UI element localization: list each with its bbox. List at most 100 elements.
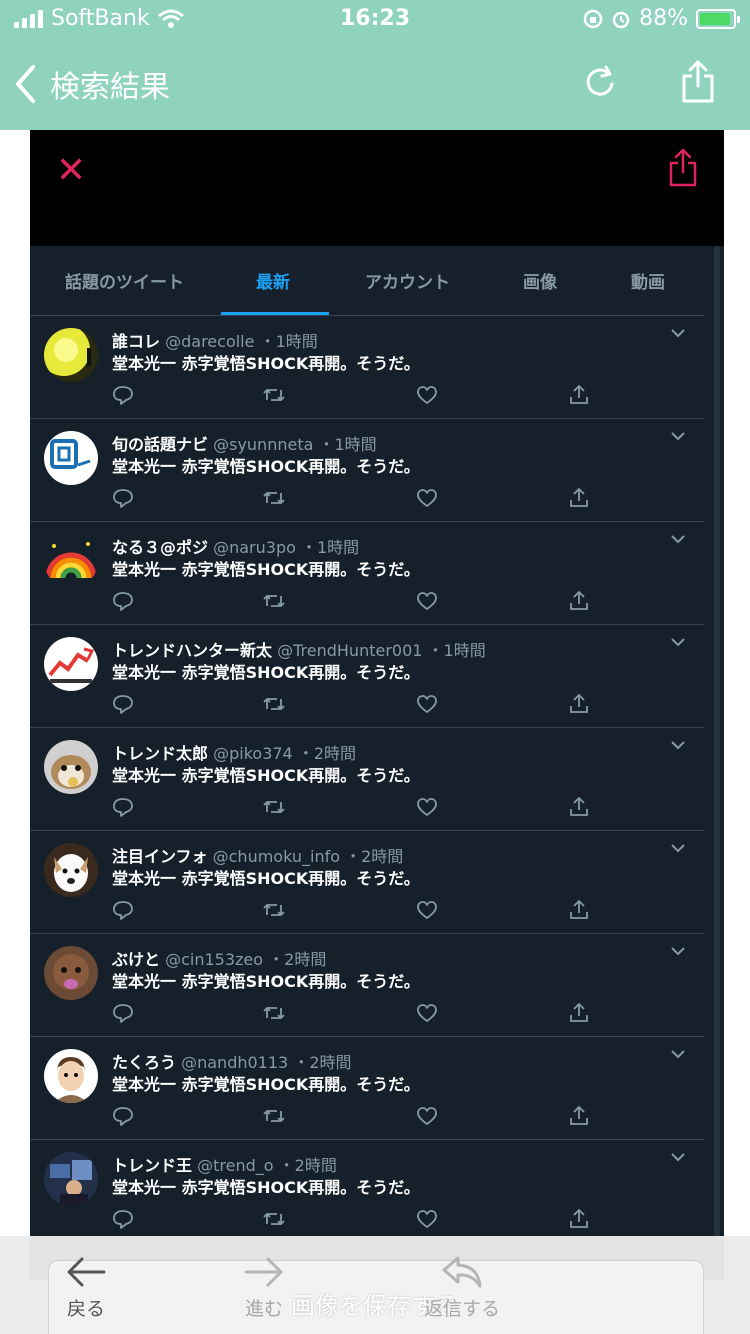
- reply-icon[interactable]: [112, 899, 134, 921]
- retweet-icon[interactable]: [262, 796, 286, 818]
- retweet-icon[interactable]: [262, 384, 286, 406]
- tweet-item[interactable]: 誰コレ @darecolle ・1時間 堂本光一 赤字覚悟SHOCK再開。そうだ…: [30, 316, 704, 419]
- avatar[interactable]: [44, 431, 98, 485]
- tweet-item[interactable]: 注目インフォ @chumoku_info ・2時間 堂本光一 赤字覚悟SHOCK…: [30, 831, 704, 934]
- avatar[interactable]: [44, 534, 98, 588]
- like-icon[interactable]: [416, 796, 438, 818]
- share-icon[interactable]: [568, 1208, 590, 1230]
- tab-top[interactable]: 話題のツイート: [65, 268, 184, 293]
- retweet-icon[interactable]: [262, 693, 286, 715]
- tweet-text: 堂本光一 赤字覚悟SHOCK再開。そうだ。: [112, 457, 420, 476]
- chevron-down-icon[interactable]: [670, 740, 686, 750]
- tweet-item[interactable]: なる３@ポジ @naru3po ・1時間 堂本光一 赤字覚悟SHOCK再開。そう…: [30, 522, 704, 625]
- reply-icon[interactable]: [112, 1208, 134, 1230]
- retweet-icon[interactable]: [262, 487, 286, 509]
- chevron-down-icon[interactable]: [670, 1049, 686, 1059]
- tweet-search-screenshot: ✕ 話題のツイート 最新 アカウント 画像 動画 誰コレ @darecolle …: [30, 130, 724, 1280]
- tweet-author[interactable]: なる３@ポジ: [112, 538, 208, 557]
- tweet-author[interactable]: 旬の話題ナビ: [112, 435, 208, 454]
- forward-nav-button[interactable]: 進む: [242, 1254, 286, 1321]
- reply-icon[interactable]: [112, 590, 134, 612]
- avatar[interactable]: [44, 637, 98, 691]
- tab-accounts[interactable]: アカウント: [365, 268, 450, 293]
- tweet-author[interactable]: 誰コレ: [112, 332, 160, 351]
- tweet-author[interactable]: ぶけと: [112, 950, 160, 969]
- avatar[interactable]: [44, 328, 98, 382]
- retweet-icon[interactable]: [262, 1105, 286, 1127]
- reply-button[interactable]: 返信する: [424, 1254, 500, 1321]
- back-button[interactable]: 検索結果: [14, 62, 170, 106]
- reply-label: 返信する: [424, 1298, 501, 1320]
- share-icon[interactable]: [568, 693, 590, 715]
- retweet-icon[interactable]: [262, 899, 286, 921]
- like-icon[interactable]: [416, 693, 438, 715]
- save-image-label: 画像を保存する: [291, 1292, 459, 1320]
- like-icon[interactable]: [416, 1208, 438, 1230]
- close-icon[interactable]: ✕: [56, 150, 86, 191]
- retweet-icon[interactable]: [262, 1208, 286, 1230]
- tab-videos[interactable]: 動画: [631, 268, 665, 293]
- avatar[interactable]: [44, 1049, 98, 1103]
- viewer-share-button[interactable]: [668, 148, 698, 192]
- arrow-right-icon: [244, 1257, 283, 1287]
- tweet-text: 堂本光一 赤字覚悟SHOCK再開。そうだ。: [112, 354, 420, 373]
- scrollbar[interactable]: [714, 246, 720, 1276]
- reply-icon[interactable]: [112, 1105, 134, 1127]
- share-icon[interactable]: [568, 899, 590, 921]
- tweet-author[interactable]: トレンドハンター新太: [112, 641, 272, 660]
- reload-button[interactable]: [584, 64, 618, 104]
- tweet-handle: @TrendHunter001: [277, 641, 423, 660]
- like-icon[interactable]: [416, 1002, 438, 1024]
- chevron-down-icon[interactable]: [670, 843, 686, 853]
- like-icon[interactable]: [416, 487, 438, 509]
- like-icon[interactable]: [416, 590, 438, 612]
- share-button[interactable]: [680, 60, 716, 108]
- share-icon[interactable]: [568, 796, 590, 818]
- like-icon[interactable]: [416, 384, 438, 406]
- avatar[interactable]: [44, 946, 98, 1000]
- avatar[interactable]: [44, 1152, 98, 1206]
- chevron-down-icon[interactable]: [670, 534, 686, 544]
- tweet-item[interactable]: トレンド太郎 @piko374 ・2時間 堂本光一 赤字覚悟SHOCK再開。そう…: [30, 728, 704, 831]
- tab-latest[interactable]: 最新: [256, 268, 290, 293]
- reply-icon[interactable]: [112, 487, 134, 509]
- tweet-item[interactable]: 旬の話題ナビ @syunnneta ・1時間 堂本光一 赤字覚悟SHOCK再開。…: [30, 419, 704, 522]
- like-icon[interactable]: [416, 899, 438, 921]
- tweet-handle: @trend_o: [197, 1156, 274, 1175]
- tweet-item[interactable]: トレンド王 @trend_o ・2時間 堂本光一 赤字覚悟SHOCK再開。そうだ…: [30, 1140, 704, 1243]
- avatar[interactable]: [44, 843, 98, 897]
- chevron-down-icon[interactable]: [670, 1152, 686, 1162]
- reply-icon[interactable]: [112, 384, 134, 406]
- retweet-icon[interactable]: [262, 590, 286, 612]
- share-icon[interactable]: [568, 1002, 590, 1024]
- tweet-author[interactable]: トレンド王: [112, 1156, 192, 1175]
- back-nav-button[interactable]: 戻る: [64, 1254, 108, 1321]
- orientation-lock-icon: [583, 9, 603, 28]
- chevron-down-icon[interactable]: [670, 946, 686, 956]
- retweet-icon[interactable]: [262, 1002, 286, 1024]
- tweet-author[interactable]: 注目インフォ: [112, 847, 208, 866]
- tweet-handle: @cin153zeo: [165, 950, 264, 969]
- chevron-down-icon[interactable]: [670, 637, 686, 647]
- tweet-item[interactable]: トレンドハンター新太 @TrendHunter001 ・1時間 堂本光一 赤字覚…: [30, 625, 704, 728]
- tweet-item[interactable]: ぶけと @cin153zeo ・2時間 堂本光一 赤字覚悟SHOCK再開。そうだ…: [30, 934, 704, 1037]
- reply-icon[interactable]: [112, 796, 134, 818]
- chevron-down-icon[interactable]: [670, 328, 686, 338]
- share-icon[interactable]: [568, 384, 590, 406]
- tab-images[interactable]: 画像: [523, 268, 557, 293]
- chevron-down-icon[interactable]: [670, 431, 686, 441]
- share-icon[interactable]: [568, 1105, 590, 1127]
- tweet-item[interactable]: たくろう @nandh0113 ・2時間 堂本光一 赤字覚悟SHOCK再開。そう…: [30, 1037, 704, 1140]
- tweet-handle: @darecolle: [165, 332, 255, 351]
- like-icon[interactable]: [416, 1105, 438, 1127]
- share-icon[interactable]: [568, 487, 590, 509]
- share-icon[interactable]: [568, 590, 590, 612]
- alarm-icon: [612, 11, 630, 28]
- tweet-handle: @naru3po: [213, 538, 296, 557]
- avatar[interactable]: [44, 740, 98, 794]
- tweet-author[interactable]: トレンド太郎: [112, 744, 208, 763]
- tweet-text: 堂本光一 赤字覚悟SHOCK再開。そうだ。: [112, 663, 420, 682]
- tweet-author[interactable]: たくろう: [112, 1053, 176, 1072]
- reply-icon[interactable]: [112, 693, 134, 715]
- reply-icon[interactable]: [112, 1002, 134, 1024]
